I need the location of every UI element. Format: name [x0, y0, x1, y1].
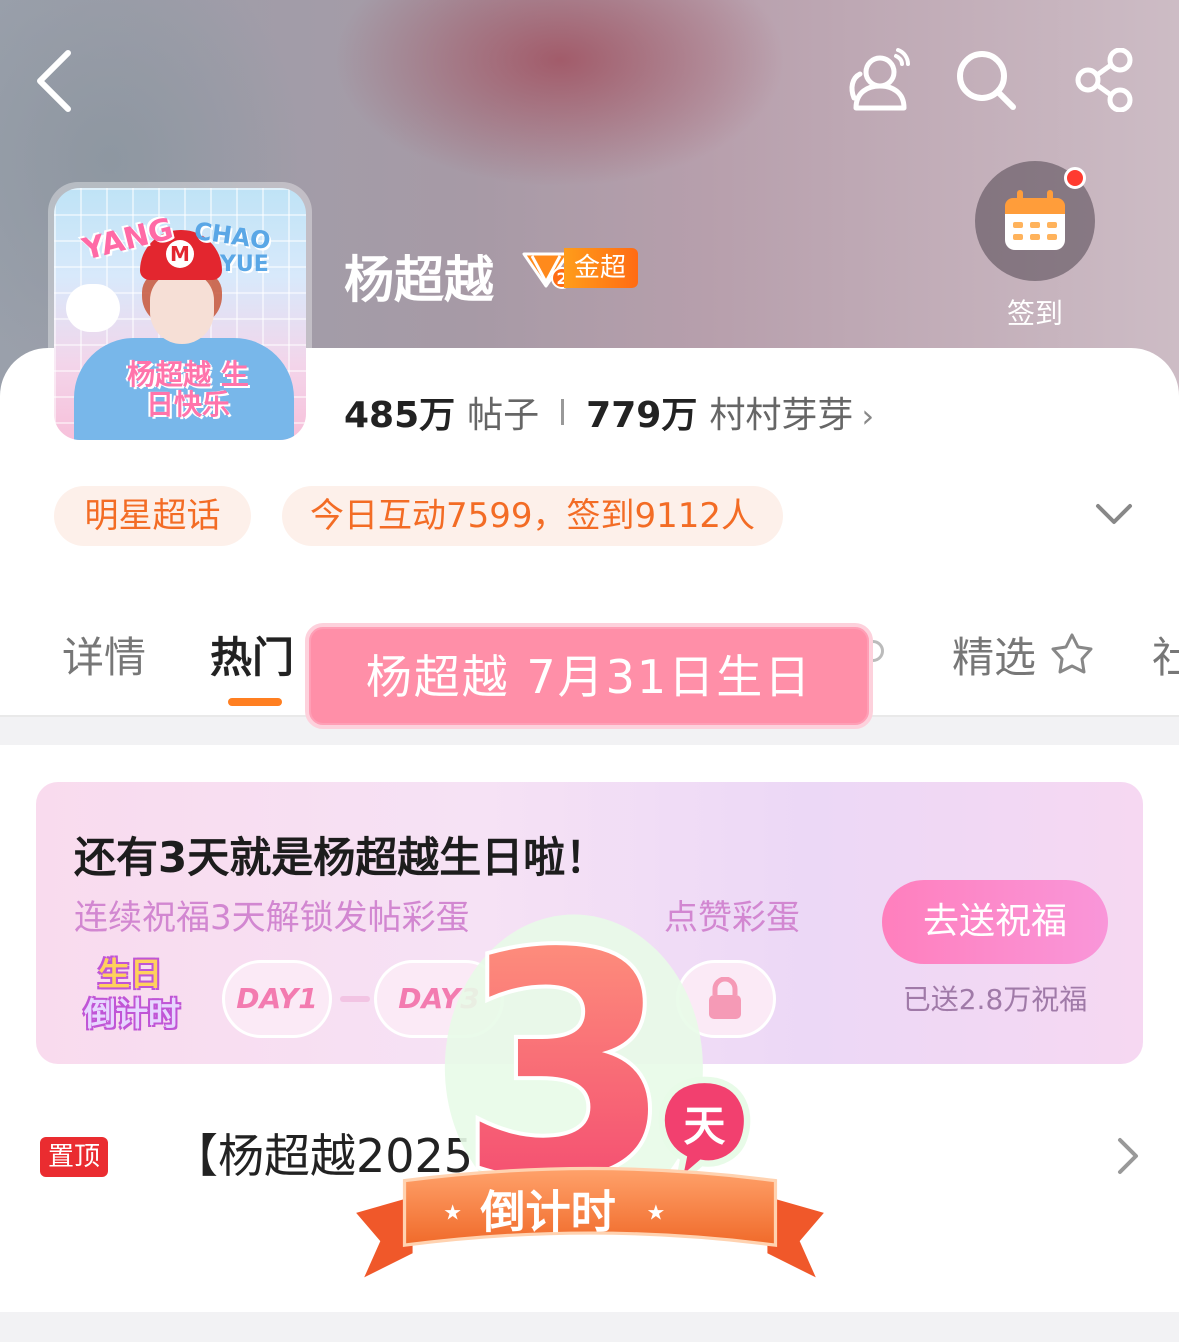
countdown-ribbon-text: 倒计时 [479, 1185, 615, 1238]
send-wishes-button[interactable]: 去送祝福 [882, 880, 1108, 964]
activity-tag[interactable]: 今日互动7599，签到9112人 [282, 486, 783, 546]
birthday-toast: 杨超越 7月31日生日 [305, 623, 873, 729]
search-button[interactable] [946, 40, 1026, 120]
birthday-countdown-logo: 生日 倒计时 [84, 955, 181, 1033]
people-icon [849, 48, 910, 111]
gold-super-badge[interactable]: 2 金超 [518, 246, 639, 290]
tab-featured[interactable]: 精选 [952, 624, 1095, 685]
tab-details[interactable]: 详情 [62, 624, 146, 685]
posts-label: 帖子 [467, 395, 540, 436]
calendar-icon [1005, 190, 1065, 250]
topic-stats[interactable]: 485万 帖子 779万 村村芽芽 › [344, 386, 874, 438]
countdown-3-days-overlay: 3 天 ★ ★ 倒计时 [356, 886, 824, 1278]
chevron-right-icon: › [861, 397, 875, 435]
chevron-down-icon[interactable] [1094, 498, 1134, 528]
share-button[interactable] [1064, 40, 1144, 120]
featured-star-icon [1051, 633, 1093, 674]
posts-count: 485万 [344, 395, 456, 436]
search-icon [957, 51, 1016, 110]
svg-text:★: ★ [443, 1200, 462, 1224]
day1-pill: DAY1 [222, 960, 332, 1038]
svg-text:★: ★ [646, 1200, 665, 1224]
active-tab-indicator [228, 698, 282, 706]
super-topic-name: 杨超越 [344, 251, 494, 309]
avatar-image: M YANG CHAO YUE 杨超越 生日快乐 [54, 188, 306, 440]
pinned-tag: 置顶 [40, 1137, 108, 1177]
category-tag[interactable]: 明星超话 [54, 486, 251, 546]
fans-count: 779万 [586, 395, 698, 436]
countdown-unit: 天 [684, 1101, 726, 1150]
avatar-caption: 杨超越 生日快乐 [127, 358, 249, 421]
checkin-label: 签到 [1006, 297, 1063, 330]
notification-dot [1064, 167, 1086, 189]
tab-partial[interactable]: 社 [1152, 624, 1179, 685]
super-topic-people-button[interactable] [838, 40, 918, 120]
share-icon [1075, 48, 1133, 112]
super-topic-avatar[interactable]: M YANG CHAO YUE 杨超越 生日快乐 [48, 182, 312, 446]
sent-wishes-count: 已送2.8万祝福 [902, 983, 1088, 1016]
tab-featured-label: 精选 [952, 633, 1037, 682]
back-button[interactable] [14, 40, 94, 120]
badge-label: 金超 [564, 248, 639, 288]
fans-label: 村村芽芽 [709, 395, 854, 436]
back-arrow-icon [37, 50, 71, 112]
avatar-text-yue: YUE [220, 252, 269, 277]
tab-hot[interactable]: 热门 [210, 624, 294, 685]
stats-divider [561, 399, 565, 425]
chevron-right-icon[interactable] [1112, 1134, 1142, 1178]
